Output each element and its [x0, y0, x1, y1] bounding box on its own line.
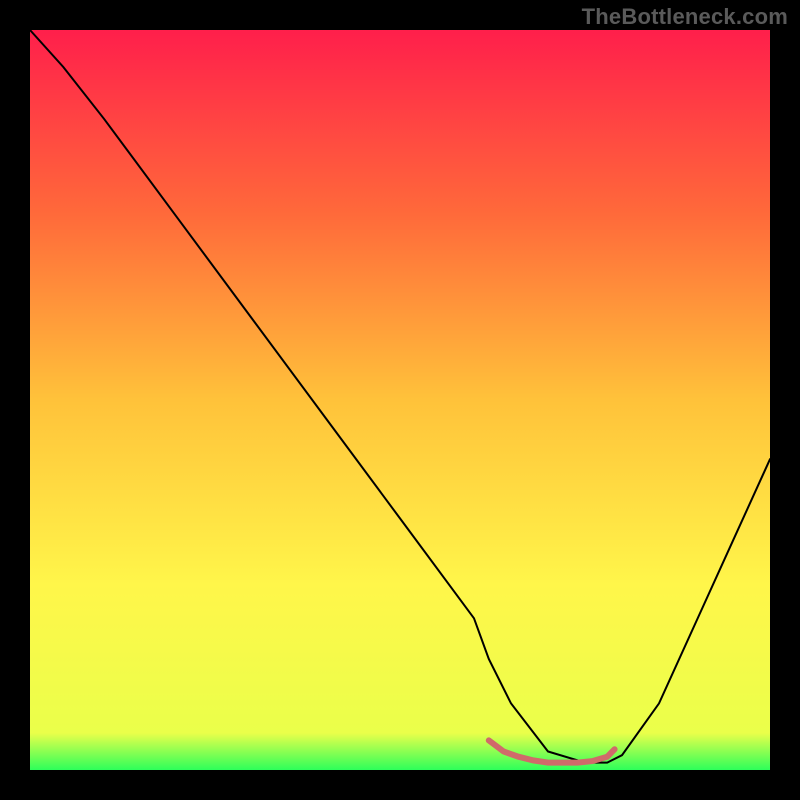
plot-background: [30, 30, 770, 770]
bottleneck-chart: [0, 0, 800, 800]
chart-frame: { "watermark": "TheBottleneck.com", "cha…: [0, 0, 800, 800]
watermark-text: TheBottleneck.com: [582, 4, 788, 30]
